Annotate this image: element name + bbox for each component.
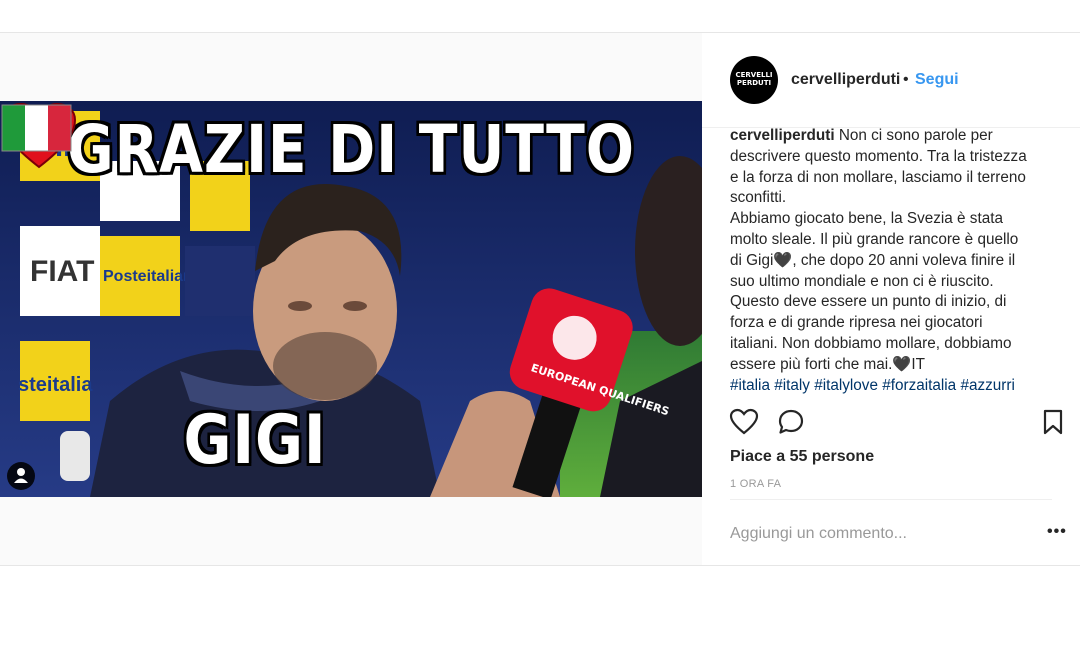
bottom-divider [0, 565, 1080, 566]
italy-flag-emoji-icon [1, 104, 72, 152]
hashtag-link[interactable]: #italy [774, 377, 810, 394]
comment-line: e la forza di non mollare, lasciamo il t… [730, 168, 1026, 186]
comment-line: Abbiamo giocato bene, la Svezia è stata [730, 210, 1003, 228]
heart-outline-icon[interactable] [729, 408, 759, 436]
comment-line: forza e di grande ripresa nei giocatori [730, 314, 983, 332]
comment-line: italiani. Non dobbiamo mollare, dobbiamo [730, 334, 1012, 352]
hashtag-link[interactable]: #italia [730, 377, 770, 394]
comment-line: cervelliperduti Non ci sono parole per [730, 126, 1060, 147]
comment-line: molto sleale. Il più grande rancore è qu… [730, 230, 1019, 248]
comment-line: Questo deve essere un punto di inizio, d… [730, 293, 1007, 311]
comment-line: essere più forti che mai.🖤IT [730, 355, 926, 373]
comment-line: di Gigi🖤, che dopo 20 anni voleva finire… [730, 251, 1016, 269]
follow-button[interactable]: Segui [915, 71, 959, 89]
action-bar [702, 406, 1080, 440]
likes-count[interactable]: Piace a 55 persone [730, 448, 874, 466]
hashtag-link[interactable]: #italylove [814, 377, 878, 394]
hashtag-link[interactable]: #azzurri [960, 377, 1014, 394]
sponsor-italia: steitalia [18, 374, 93, 396]
comment-bubble-icon[interactable] [777, 408, 805, 436]
comment-line: sconfitti. [730, 189, 787, 207]
caption-comment: cervelliperduti Non ci sono parole per d… [730, 126, 1060, 396]
avatar-logo-text: CERVELLI PERDUTI [735, 71, 773, 87]
add-comment-input[interactable] [730, 522, 1020, 546]
comment-username[interactable]: cervelliperduti [730, 127, 835, 144]
comment-divider [730, 499, 1052, 500]
comment-line: suo ultimo mondiale e non ci è riuscito. [730, 272, 994, 290]
bookmark-icon[interactable] [1042, 408, 1064, 436]
sponsor-fiat: FIAT [30, 255, 94, 288]
post-timestamp[interactable]: 1 ORA FA [730, 478, 781, 490]
image-caption-bottom: GIGI [183, 401, 327, 480]
comment-line: descrivere questo momento. Tra la triste… [730, 147, 1027, 165]
post-sidebar: CERVELLI PERDUTI cervelliperduti • Segui… [702, 33, 1080, 565]
header-separator: • [903, 71, 909, 88]
comment-text: Non ci sono parole per [838, 127, 993, 144]
image-caption-top: GRAZIE DI TUTTO [67, 111, 635, 188]
post-photo[interactable]: eni FIAT Posteitaliane steitalia [0, 101, 702, 497]
post-header: CERVELLI PERDUTI cervelliperduti • Segui [702, 33, 1080, 128]
avatar[interactable]: CERVELLI PERDUTI [730, 56, 778, 104]
hashtag-line: #italia #italy #italylove #forzaitalia #… [730, 376, 1060, 397]
hashtag-link[interactable]: #forzaitalia [882, 377, 956, 394]
more-options-button[interactable]: ••• [1047, 523, 1067, 541]
header-username[interactable]: cervelliperduti [791, 71, 900, 89]
user-tag-icon[interactable] [7, 462, 35, 490]
